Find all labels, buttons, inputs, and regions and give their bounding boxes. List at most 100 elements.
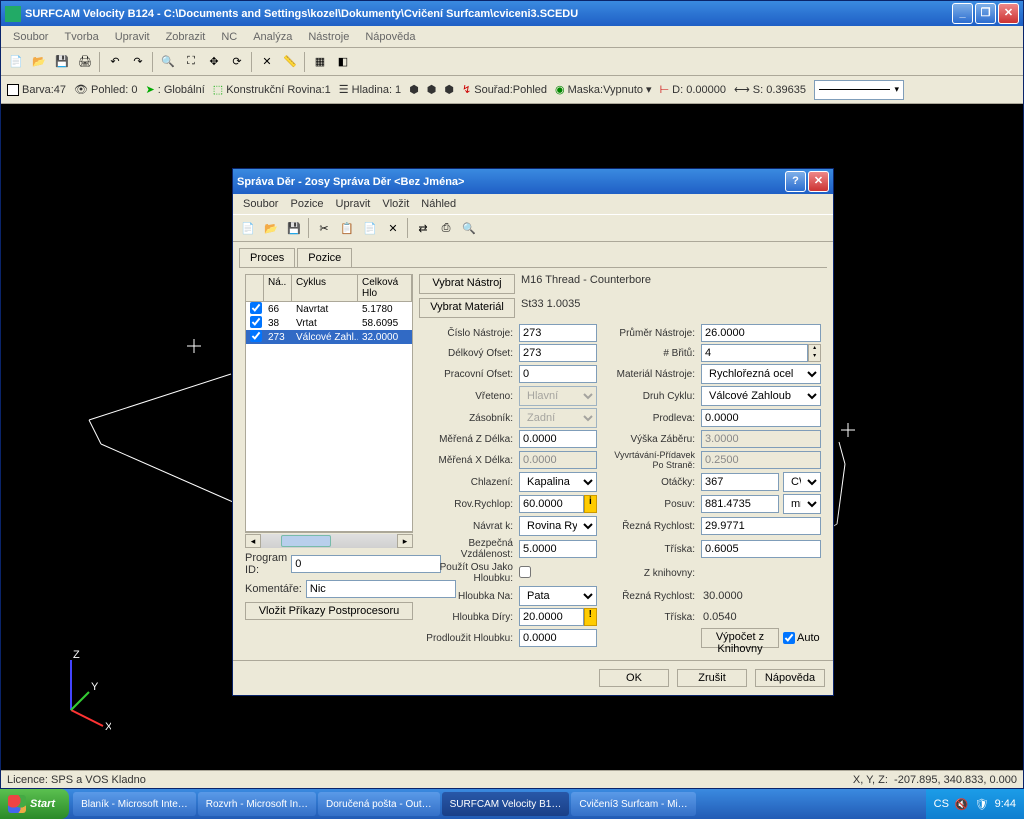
taskbar-item[interactable]: SURFCAM Velocity B1… <box>442 792 570 816</box>
scroll-right-icon[interactable]: ▸ <box>397 534 413 548</box>
rezna-input[interactable] <box>701 517 821 535</box>
close-button[interactable]: ✕ <box>998 3 1019 24</box>
ok-button[interactable]: OK <box>599 669 669 687</box>
clock[interactable]: 9:44 <box>995 798 1016 810</box>
dlg-menu-soubor[interactable]: Soubor <box>237 196 284 212</box>
prodleva-input[interactable] <box>701 409 821 427</box>
taskbar-item[interactable]: Cvičení3 Surfcam - Mi… <box>571 792 695 816</box>
menu-zobrazit[interactable]: Zobrazit <box>158 29 214 45</box>
prop-d[interactable]: ⊢D: 0.00000 <box>660 83 726 96</box>
prop-global[interactable]: ➤: Globální <box>145 83 204 96</box>
prodl-input[interactable] <box>519 629 597 647</box>
britu-input[interactable] <box>701 344 808 362</box>
hloubka-warning-icon[interactable]: ! <box>584 608 597 626</box>
dialog-close-button[interactable]: ✕ <box>808 171 829 192</box>
prop-cube3[interactable]: ⬢ <box>444 83 454 96</box>
dlg-new-icon[interactable]: 📄 <box>237 217 259 239</box>
mat-nastroje-select[interactable]: Rychlořezná ocel <box>701 364 821 384</box>
linestyle-dropdown[interactable] <box>814 80 904 100</box>
table-h-scrollbar[interactable]: ◂ ▸ <box>245 532 413 548</box>
napoveda-button[interactable]: Nápověda <box>755 669 825 687</box>
lang-indicator[interactable]: CS <box>934 798 949 810</box>
tray-icon[interactable]: 🛡 <box>975 798 989 811</box>
delete-icon[interactable]: ✕ <box>256 51 278 73</box>
maximize-button[interactable]: ❐ <box>975 3 996 24</box>
system-tray[interactable]: CS 🔇 🛡 9:44 <box>926 789 1024 819</box>
rov-warning-icon[interactable]: i <box>584 495 597 513</box>
britu-spinner[interactable]: ▴▾ <box>808 344 821 362</box>
navrat-select[interactable]: Rovina Rychlop. <box>519 516 597 536</box>
dlg-save-icon[interactable]: 💾 <box>283 217 305 239</box>
prop-krovina[interactable]: ⬚Konstrukční Rovina:1 <box>213 83 331 96</box>
hloubka-na-select[interactable]: Pata <box>519 586 597 606</box>
vybrat-material-button[interactable]: Vybrat Materiál <box>419 298 515 318</box>
prac-ofset-input[interactable] <box>519 365 597 383</box>
menu-upravit[interactable]: Upravit <box>107 29 158 45</box>
minimize-button[interactable]: _ <box>952 3 973 24</box>
tab-pozice[interactable]: Pozice <box>297 248 352 267</box>
row-checkbox[interactable] <box>250 302 262 314</box>
row-checkbox[interactable] <box>250 330 262 342</box>
dlg-copy-icon[interactable]: 📋 <box>336 217 358 239</box>
dlg-menu-upravit[interactable]: Upravit <box>330 196 377 212</box>
dlg-menu-vlozit[interactable]: Vložit <box>376 196 415 212</box>
pouzitosu-checkbox[interactable] <box>519 566 531 578</box>
prop-cube1[interactable]: ⬢ <box>409 83 419 96</box>
tab-proces[interactable]: Proces <box>239 248 295 267</box>
chlazeni-select[interactable]: Kapalina <box>519 472 597 492</box>
dialog-help-button[interactable]: ? <box>785 171 806 192</box>
dlg-paste-icon[interactable]: 📄 <box>359 217 381 239</box>
menu-analyza[interactable]: Analýza <box>245 29 300 45</box>
mz-input[interactable] <box>519 430 597 448</box>
dlg-tool1-icon[interactable]: ⇄ <box>412 217 434 239</box>
pan-icon[interactable]: ✥ <box>203 51 225 73</box>
dlg-menu-pozice[interactable]: Pozice <box>284 196 329 212</box>
zoom-icon[interactable]: 🔍 <box>157 51 179 73</box>
auto-checkbox[interactable] <box>783 632 795 644</box>
dlg-menu-nahled[interactable]: Náhled <box>415 196 462 212</box>
prop-sourad[interactable]: ↯Souřad:Pohled <box>462 83 547 96</box>
dlg-delete-icon[interactable]: ✕ <box>382 217 404 239</box>
menu-nc[interactable]: NC <box>213 29 245 45</box>
prop-pohled[interactable]: 👁Pohled: 0 <box>74 83 137 96</box>
save-icon[interactable]: 💾 <box>51 51 73 73</box>
table-row[interactable]: 273 Válcové Zahl.. 32.0000 <box>246 330 412 344</box>
fit-icon[interactable]: ⛶ <box>180 51 202 73</box>
bezp-input[interactable] <box>519 540 597 558</box>
zrusit-button[interactable]: Zrušit <box>677 669 747 687</box>
menu-nastroje[interactable]: Nástroje <box>300 29 357 45</box>
open-icon[interactable]: 📂 <box>28 51 50 73</box>
triska-input[interactable] <box>701 540 821 558</box>
tool1-icon[interactable]: ▦ <box>309 51 331 73</box>
posuv-unit-select[interactable]: mm/r <box>783 494 821 514</box>
hloubka-diry-input[interactable] <box>519 608 584 626</box>
otacky-unit-select[interactable]: CW <box>783 472 821 492</box>
scroll-left-icon[interactable]: ◂ <box>245 534 261 548</box>
taskbar-item[interactable]: Rozvrh - Microsoft In… <box>198 792 316 816</box>
menu-tvorba[interactable]: Tvorba <box>56 29 106 45</box>
prop-hladina[interactable]: ☰Hladina: 1 <box>339 83 401 96</box>
prop-maska[interactable]: ◉Maska:Vypnuto▾ <box>555 83 652 96</box>
vlozit-prikazy-button[interactable]: Vložit Příkazy Postprocesoru <box>245 602 413 620</box>
menu-soubor[interactable]: Soubor <box>5 29 56 45</box>
vypocet-button[interactable]: Výpočet z Knihovny <box>701 628 779 648</box>
otacky-input[interactable] <box>701 473 779 491</box>
redo-icon[interactable]: ↷ <box>127 51 149 73</box>
undo-icon[interactable]: ↶ <box>104 51 126 73</box>
measure-icon[interactable]: 📏 <box>279 51 301 73</box>
dlg-tool2-icon[interactable]: ⎙ <box>435 217 457 239</box>
prop-cube2[interactable]: ⬢ <box>427 83 437 96</box>
delk-ofset-input[interactable] <box>519 344 597 362</box>
prop-barva[interactable]: Barva:47 <box>7 84 66 96</box>
tray-icon[interactable]: 🔇 <box>955 798 969 811</box>
table-row[interactable]: 38 Vrtat 58.6095 <box>246 316 412 330</box>
table-row[interactable]: 66 Navrtat 5.1780 <box>246 302 412 316</box>
vybrat-nastroj-button[interactable]: Vybrat Nástroj <box>419 274 515 294</box>
prop-s[interactable]: ⟷S: 0.39635 <box>734 83 806 96</box>
row-checkbox[interactable] <box>250 316 262 328</box>
dialog-titlebar[interactable]: Správa Děr - 2osy Správa Děr <Bez Jména>… <box>233 169 833 194</box>
process-table[interactable]: Ná.. Cyklus Celková Hlo 66 Navrtat 5.178… <box>245 274 413 532</box>
rotate-icon[interactable]: ⟳ <box>226 51 248 73</box>
taskbar-item[interactable]: Doručená pošta - Out… <box>318 792 440 816</box>
cislo-nastroje-input[interactable] <box>519 324 597 342</box>
